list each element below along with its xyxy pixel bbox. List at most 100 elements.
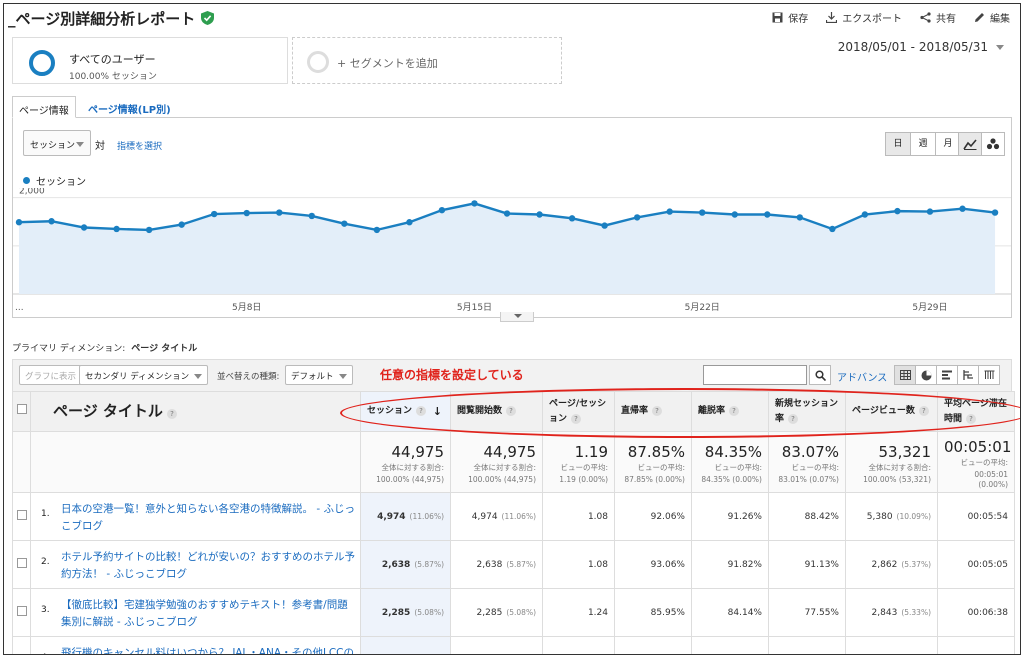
x-tick-label: 5月29日 [912, 302, 947, 313]
edit-button[interactable]: 編集 [974, 10, 1010, 25]
add-segment-label: + セグメントを追加 [337, 57, 438, 70]
row-checkbox[interactable] [16, 606, 27, 616]
header-label: ページビュー数 [852, 406, 915, 416]
select-metric-link[interactable]: 指標を選択 [117, 139, 162, 152]
sort-type-dropdown[interactable]: デフォルト [285, 365, 353, 385]
header-page-title[interactable]: ページ タイトル? [30, 391, 361, 432]
view-pie-button[interactable] [915, 365, 937, 385]
report-frame: _ページ別詳細分析レポート 保存 エクスポート 共有 編集 すべてのユーザー 1… [3, 3, 1021, 655]
view-table-button[interactable] [894, 365, 916, 385]
line-chart-button[interactable] [958, 132, 982, 156]
chart-type-toggle [958, 132, 1005, 156]
select-all-checkbox[interactable] [16, 403, 27, 414]
total-new-session-rate: 83.07% ビューの平均: 83.01% (0.07%) [768, 431, 846, 493]
plot-rows-button[interactable]: グラフに表示 [19, 365, 83, 385]
row-new-session-rate: 88.42% [768, 492, 846, 541]
page-title-link[interactable]: 日本の空港一覧！意外と知らない各空港の特徴解説。 - ふじっこブログ [61, 501, 356, 535]
line-chart-icon [963, 139, 977, 150]
session-point [471, 200, 478, 207]
session-point [959, 205, 966, 212]
pencil-icon [975, 13, 984, 22]
cell-pct: (5.87%) [506, 559, 536, 569]
row-checkbox[interactable] [16, 510, 27, 520]
total-sub: 100.00% (44,975) [376, 475, 444, 484]
row-entrances: 2,638 (5.87%) [450, 540, 543, 589]
comparison-icon [962, 370, 973, 380]
granularity-week[interactable]: 週 [910, 132, 936, 156]
share-button[interactable]: 共有 [920, 10, 956, 25]
export-button[interactable]: エクスポート [826, 10, 902, 25]
total-value: 00:05:01 [944, 438, 1012, 456]
header-exit-rate[interactable]: 離脱率? [691, 391, 769, 432]
row-checkbox[interactable] [17, 654, 27, 655]
session-point [601, 222, 608, 229]
header-pageviews[interactable]: ページビュー数? [845, 391, 938, 432]
row-checkbox[interactable] [16, 558, 27, 568]
session-point [861, 211, 869, 218]
motion-chart-button[interactable] [981, 132, 1005, 156]
cell-pct: (11.06%) [409, 511, 444, 521]
total-sub: ビューの平均: [714, 463, 762, 472]
page-title-link[interactable]: 飛行機のキャンセル料はいつから？ JAL・ANA・その他LCCの規定も徹底解説 … [61, 645, 356, 654]
share-label: 共有 [936, 14, 956, 25]
view-comparison-button[interactable] [957, 365, 979, 385]
versus-label: 対 [95, 141, 105, 152]
total-value: 53,321 [878, 443, 932, 461]
cell-value: 2,638 [476, 559, 503, 570]
header-pages-per-session[interactable]: ページ/セッション? [542, 391, 615, 432]
total-sub: 1.19 (0.00%) [559, 475, 608, 484]
tab-page-info-lp[interactable]: ページ情報(LP別) [82, 96, 177, 118]
header-label: 離脱率 [698, 406, 726, 416]
chart-collapse-handle[interactable] [500, 312, 534, 322]
cell-value: 84.14% [727, 607, 762, 618]
advanced-filter-link[interactable]: アドバンス [837, 369, 887, 384]
segment-all-users[interactable]: すべてのユーザー 100.00% セッション [12, 37, 288, 84]
page-title-link[interactable]: 【徹底比較】宅建独学勉強のおすすめテキスト！参考書/問題集別に解説 - ふじっこ… [61, 597, 356, 631]
date-range-text: 2018/05/01 - 2018/05/31 [837, 40, 988, 54]
primary-dimension-value[interactable]: ページ タイトル [131, 344, 197, 354]
help-icon: ? [652, 406, 663, 416]
table-search-input[interactable] [703, 365, 807, 385]
chart-panel: セッション 対 指標を選択 日 週 月 セッション 2,0001,000...5… [12, 118, 1012, 318]
save-button[interactable]: 保存 [772, 10, 808, 25]
metric-dropdown[interactable]: セッション [23, 130, 91, 156]
tab-page-info[interactable]: ページ情報 [12, 96, 76, 118]
view-performance-button[interactable] [936, 365, 958, 385]
session-point [178, 221, 185, 228]
row-pageviews: 2,843 (5.33%) [845, 588, 938, 637]
session-point [15, 219, 23, 226]
top-bar: _ページ別詳細分析レポート 保存 エクスポート 共有 編集 [4, 4, 1020, 32]
header-avg-time[interactable]: 平均ページ滞在時間? [937, 391, 1015, 432]
cell-value: 2,285 [476, 607, 503, 618]
session-point [211, 210, 218, 218]
chart-legend: セッション [23, 173, 86, 188]
page-title-link[interactable]: ホテル予約サイトの比較！どれが安いの？おすすめのホテル予約方法！ - ふじっこブ… [61, 549, 356, 583]
help-icon: ? [166, 409, 177, 419]
sort-type-label: 並べ替えの種類: [217, 372, 280, 382]
header-bounce-rate[interactable]: 直帰率? [614, 391, 692, 432]
date-range-picker[interactable]: 2018/05/01 - 2018/05/31 [838, 40, 1004, 54]
total-pages-per-session: 1.19 ビューの平均: 1.19 (0.00%) [542, 431, 615, 493]
header-new-session-rate[interactable]: 新規セッション率? [768, 391, 846, 432]
segment-share: 100.00% セッション [69, 72, 157, 82]
x-tick-label: ... [15, 303, 24, 313]
secondary-dimension-dropdown[interactable]: セカンダリ ディメンション [79, 365, 209, 385]
row-new-session-rate: 91.13% [768, 540, 846, 589]
row-exit-rate: 93.28% [691, 636, 769, 654]
session-point [243, 209, 250, 217]
header-sessions[interactable]: セッション? ↓ [360, 391, 451, 432]
add-segment-button[interactable]: + セグメントを追加 [292, 37, 562, 84]
search-button[interactable] [809, 365, 831, 385]
granularity-day[interactable]: 日 [885, 132, 911, 156]
session-point [80, 224, 88, 231]
totals-empty-cell [12, 431, 31, 493]
table-row: 4. 飛行機のキャンセル料はいつから？ JAL・ANA・その他LCCの規定も徹底解… [12, 636, 1015, 655]
help-icon: ? [416, 406, 427, 416]
header-entrances[interactable]: 閲覧開始数? [450, 391, 543, 432]
bubble-chart-icon [986, 138, 1000, 150]
session-point [276, 209, 283, 216]
cell-value: 5,380 [866, 511, 893, 522]
row-pages-per-session: 1.08 [542, 540, 615, 589]
view-pivot-button[interactable] [978, 365, 1000, 385]
verified-shield-icon [201, 11, 215, 25]
